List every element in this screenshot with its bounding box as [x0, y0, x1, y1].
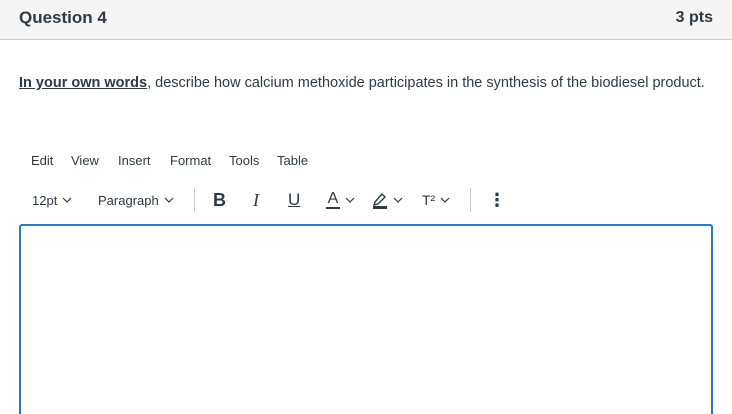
question-header: Question 4 3 pts [0, 0, 732, 40]
font-size-value: 12pt [32, 192, 58, 208]
question-title: Question 4 [19, 8, 107, 27]
highlight-color-button[interactable] [372, 184, 403, 216]
bold-icon: B [213, 189, 226, 210]
toolbar-divider [194, 188, 195, 212]
underline-icon: U [288, 190, 301, 209]
more-options-button[interactable]: ⋮ [488, 184, 506, 216]
text-color-icon: A [327, 190, 339, 207]
block-format-value: Paragraph [98, 192, 159, 208]
chevron-down-icon [393, 197, 403, 203]
superscript-button[interactable]: T² [422, 184, 450, 216]
more-vertical-icon: ⋮ [488, 189, 506, 210]
superscript-icon: T² [422, 192, 436, 208]
prompt-text: , describe how calcium methoxide partici… [147, 75, 705, 91]
menu-format[interactable]: Format [170, 153, 211, 168]
chevron-down-icon [62, 197, 72, 203]
answer-editor[interactable] [19, 224, 713, 414]
menu-insert[interactable]: Insert [118, 153, 151, 168]
bold-button[interactable]: B [213, 184, 226, 216]
block-format-select[interactable]: Paragraph [98, 184, 174, 216]
text-color-button[interactable]: A [326, 184, 355, 216]
question-prompt: In your own words, describe how calcium … [19, 72, 709, 95]
menu-view[interactable]: View [71, 153, 99, 168]
italic-icon: I [253, 189, 259, 210]
toolbar-divider [470, 188, 471, 212]
highlighter-icon [372, 192, 387, 209]
text-color-swatch [326, 207, 340, 209]
menu-edit[interactable]: Edit [31, 153, 53, 168]
chevron-down-icon [345, 197, 355, 203]
underline-button[interactable]: U [288, 184, 300, 216]
editor-toolbar: 12pt Paragraph B I U A T² ⋮ [20, 184, 710, 216]
menu-tools[interactable]: Tools [229, 153, 259, 168]
chevron-down-icon [440, 197, 450, 203]
question-points: 3 pts [675, 9, 713, 26]
font-size-select[interactable]: 12pt [32, 184, 72, 216]
prompt-emphasis: In your own words [19, 75, 148, 91]
chevron-down-icon [164, 197, 174, 203]
italic-button[interactable]: I [253, 184, 259, 216]
menu-table[interactable]: Table [277, 153, 308, 168]
